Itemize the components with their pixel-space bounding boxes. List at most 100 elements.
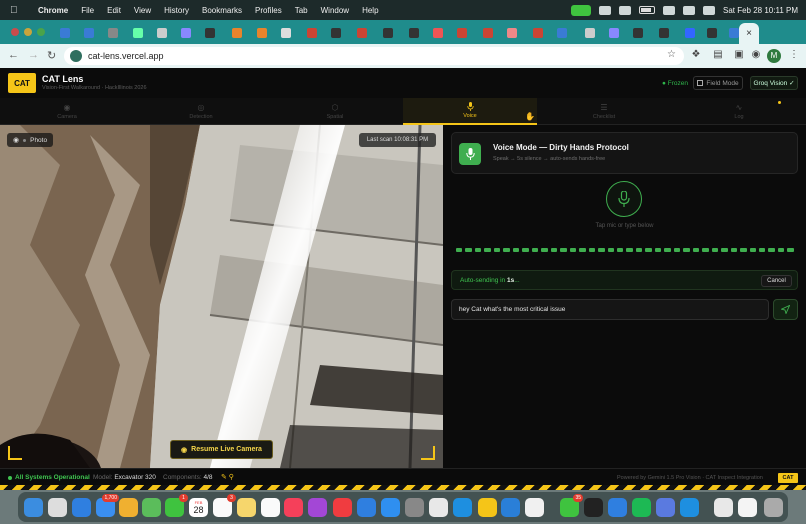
browser-tab[interactable] (55, 24, 75, 41)
freeform-icon[interactable] (261, 498, 280, 517)
address-bar[interactable]: cat-lens.vercel.app ☆ (64, 47, 684, 65)
notes-app-icon[interactable] (478, 498, 497, 517)
browser-tab[interactable] (628, 24, 648, 41)
browser-tab[interactable] (79, 24, 99, 41)
battery-icon[interactable] (638, 6, 655, 14)
reading-list-icon[interactable]: ▤ (712, 49, 724, 62)
browser-tab[interactable] (478, 24, 498, 41)
browser-tab[interactable] (176, 24, 196, 41)
reminders-icon[interactable]: 3 (213, 494, 236, 517)
window1-icon[interactable] (714, 498, 733, 517)
docker-icon[interactable] (453, 498, 472, 517)
extension-status-icon[interactable] (618, 5, 631, 15)
zoom-icon[interactable] (608, 498, 627, 517)
sidepanel-icon[interactable]: ▣ (733, 49, 745, 62)
mic-record-button[interactable] (606, 181, 642, 217)
browser-tab[interactable] (152, 24, 172, 41)
settings-icon[interactable] (405, 498, 424, 517)
messages-icon[interactable]: 35 (560, 494, 583, 517)
facetime-status-icon[interactable] (570, 4, 591, 16)
browser-tab[interactable] (580, 24, 600, 41)
safari-icon[interactable] (72, 498, 91, 517)
site-info-icon[interactable] (70, 50, 82, 62)
facetime-icon[interactable]: 1 (165, 494, 188, 517)
appstore-icon[interactable] (381, 498, 400, 517)
news-icon[interactable] (333, 498, 352, 517)
tab-checklist[interactable]: ☰ Checklist (537, 98, 671, 125)
menu-window[interactable]: Window (321, 6, 349, 15)
music-icon[interactable] (284, 498, 303, 517)
wifi-icon[interactable] (662, 5, 675, 15)
browser-tab[interactable] (502, 24, 522, 41)
podcasts-icon[interactable] (308, 498, 327, 517)
extensions-icon[interactable]: ❖ (690, 49, 702, 62)
menu-profiles[interactable]: Profiles (255, 6, 282, 15)
browser-tab[interactable] (200, 24, 220, 41)
finder-icon[interactable] (24, 498, 43, 517)
browser-tab[interactable] (378, 24, 398, 41)
menu-chrome[interactable]: Chrome (38, 6, 68, 15)
message-input[interactable]: hey Cat what's the most critical issue (451, 299, 769, 320)
terminal-icon[interactable] (584, 498, 603, 517)
tab-spatial[interactable]: ⬡ Spatial (268, 98, 402, 125)
docker2-icon[interactable] (680, 498, 699, 517)
forward-icon[interactable]: → (28, 49, 39, 61)
browser-tab[interactable] (552, 24, 572, 41)
tab-detection[interactable]: ◎ Detection (134, 98, 268, 125)
browser-tab[interactable] (528, 24, 548, 41)
profile-avatar[interactable]: M (767, 49, 781, 63)
browser-tab[interactable] (702, 24, 722, 41)
browser-tab[interactable] (103, 24, 123, 41)
browser-tab[interactable] (680, 24, 700, 41)
notes-icon[interactable] (237, 498, 256, 517)
photos-icon[interactable] (119, 498, 138, 517)
mail-icon[interactable]: 1,700 (96, 494, 119, 517)
browser-tab-active[interactable]: × (739, 23, 759, 44)
maximize-window-icon[interactable] (37, 28, 45, 36)
browser-tab[interactable] (302, 24, 322, 41)
control-center-icon[interactable] (702, 5, 715, 15)
menu-bookmarks[interactable]: Bookmarks (202, 6, 242, 15)
preview-icon[interactable] (656, 498, 675, 517)
groq-vision-button[interactable]: Groq Vision ✓ (750, 76, 798, 90)
launchpad-icon[interactable] (48, 498, 67, 517)
chrome-icon[interactable] (429, 498, 448, 517)
spotlight-icon[interactable] (682, 5, 695, 15)
minimize-window-icon[interactable] (24, 28, 32, 36)
cancel-button[interactable]: Cancel (761, 275, 792, 287)
menu-edit[interactable]: Edit (107, 6, 121, 15)
menu-history[interactable]: History (164, 6, 189, 15)
menu-file[interactable]: File (81, 6, 94, 15)
spotify-icon[interactable] (632, 498, 651, 517)
browser-tab[interactable] (654, 24, 674, 41)
menu-help[interactable]: Help (362, 6, 378, 15)
send-button[interactable] (773, 299, 798, 320)
browser-tab[interactable] (276, 24, 296, 41)
resume-live-camera-button[interactable]: ◉ Resume Live Camera (170, 440, 273, 459)
window2-icon[interactable] (738, 498, 757, 517)
vscode-icon[interactable] (501, 498, 520, 517)
apple-icon[interactable]:  (10, 5, 22, 16)
reload-icon[interactable]: ↻ (47, 49, 56, 62)
tab-voice[interactable]: Voice ✋ (403, 98, 537, 125)
browser-tab[interactable] (352, 24, 372, 41)
browser-tab[interactable] (227, 24, 247, 41)
audio-icon[interactable] (598, 5, 611, 15)
browser-tab[interactable] (128, 24, 148, 41)
calendar-icon[interactable]: FEB 28 (189, 498, 208, 517)
menu-view[interactable]: View (134, 6, 151, 15)
url-text[interactable]: cat-lens.vercel.app (88, 51, 164, 61)
extension-puzzle-icon[interactable]: ◉ (750, 49, 762, 62)
maps-icon[interactable] (142, 498, 161, 517)
tab-log[interactable]: ∿ Log (672, 98, 806, 125)
menu-tab[interactable]: Tab (295, 6, 308, 15)
browser-tab[interactable] (428, 24, 448, 41)
close-window-icon[interactable] (11, 28, 19, 36)
cursor-icon[interactable] (525, 498, 544, 517)
browser-tab[interactable] (252, 24, 272, 41)
browser-tab[interactable] (404, 24, 424, 41)
menubar-datetime[interactable]: Sat Feb 28 10:11 PM (723, 6, 798, 15)
browser-tab[interactable] (326, 24, 346, 41)
browser-tab[interactable] (604, 24, 624, 41)
back-icon[interactable]: ← (8, 49, 19, 61)
